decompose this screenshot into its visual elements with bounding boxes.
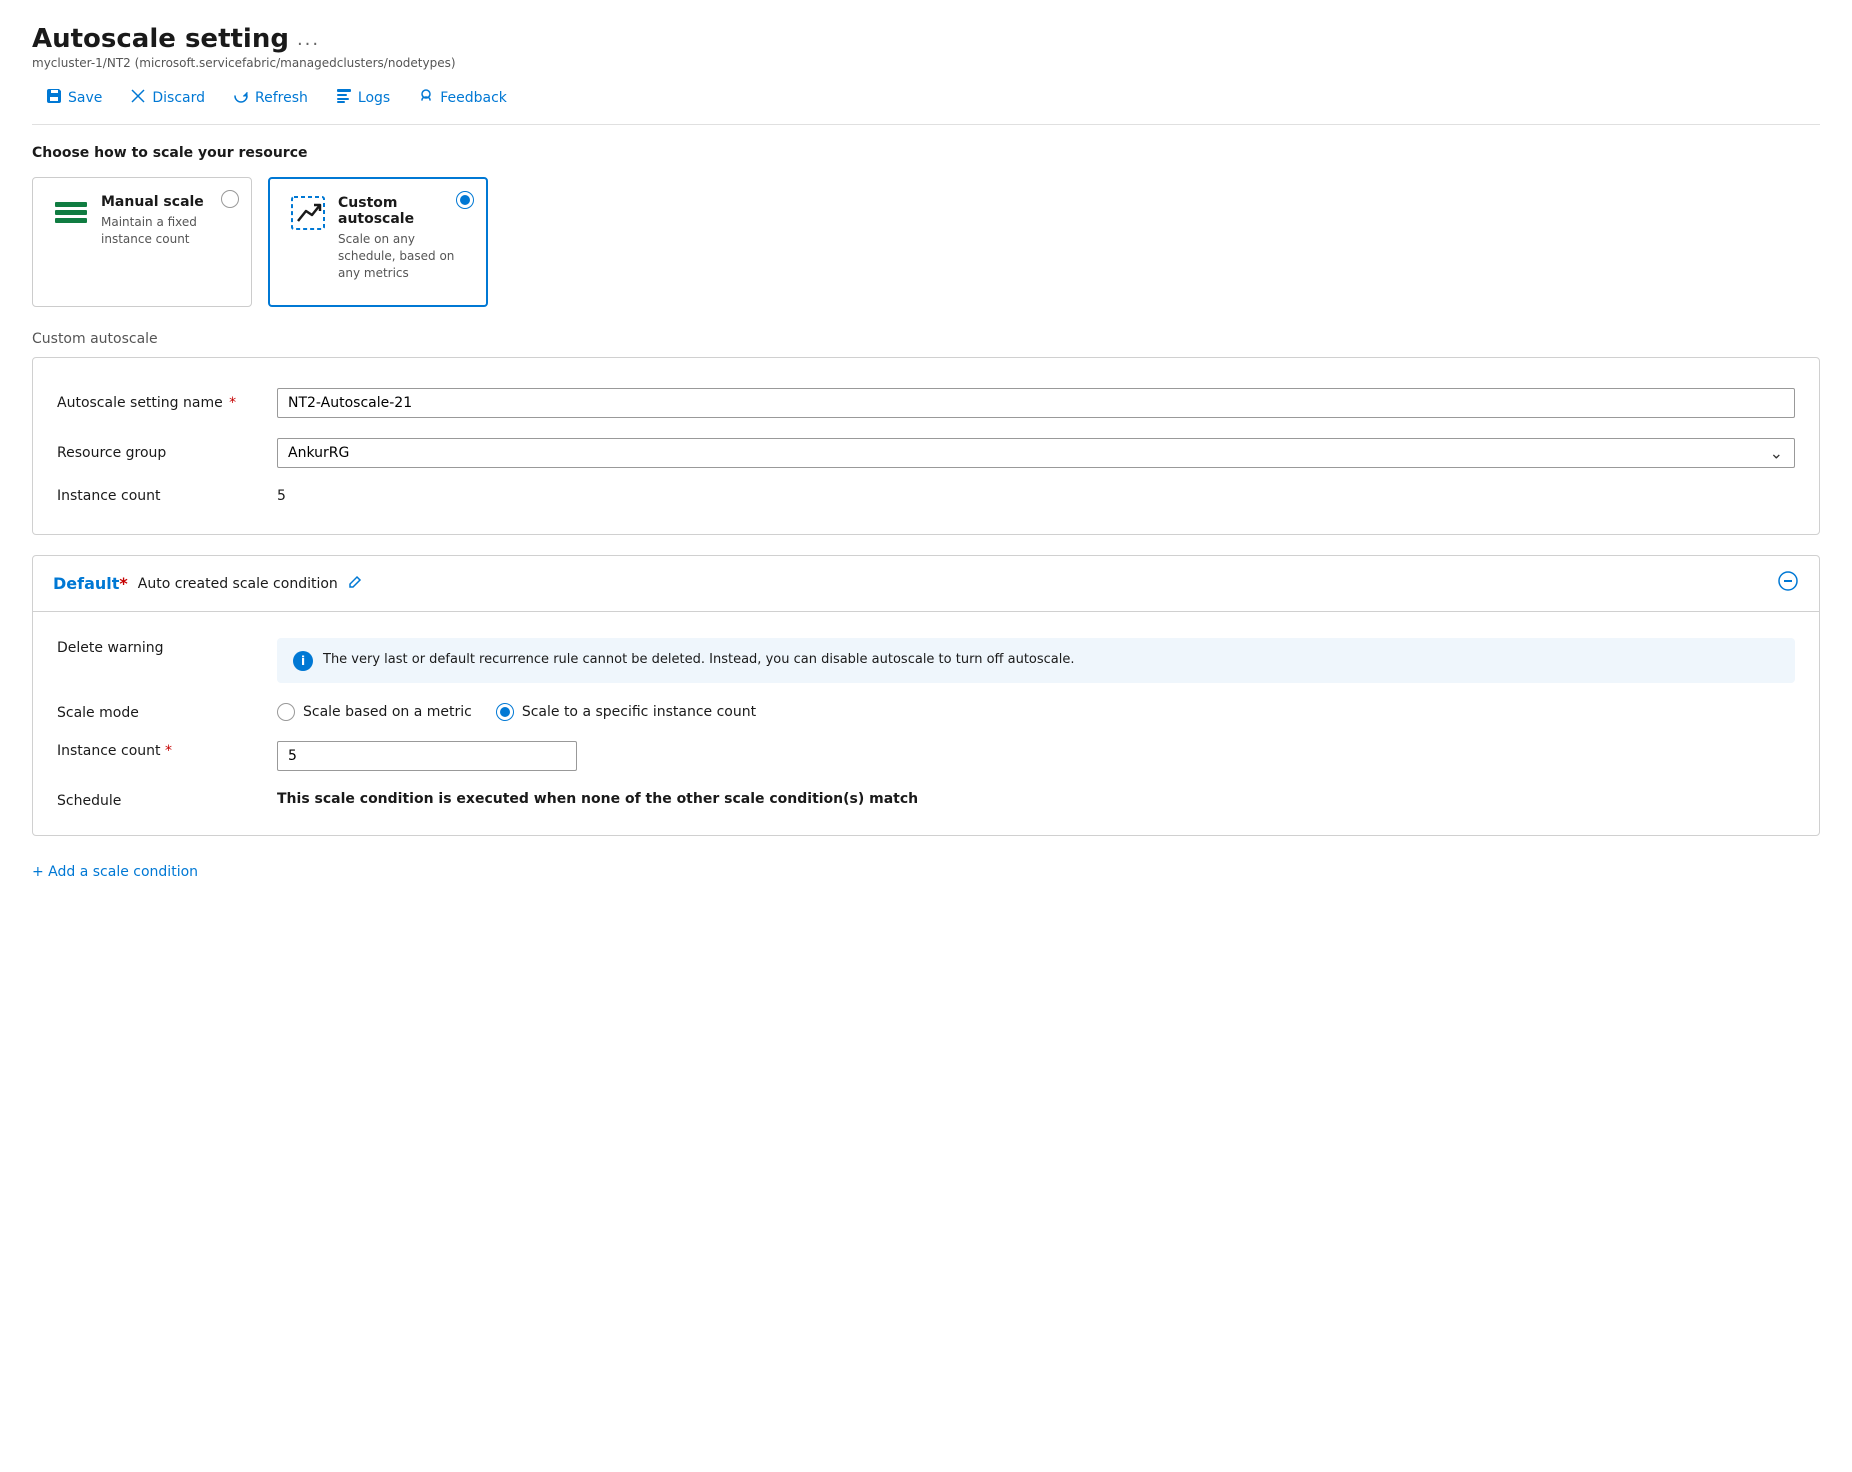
page-subtitle: mycluster-1/NT2 (microsoft.servicefabric… (32, 56, 1820, 70)
discard-icon (130, 88, 146, 108)
condition-default-label: Default* (53, 574, 128, 593)
schedule-value: This scale condition is executed when no… (277, 791, 1795, 807)
page-title: Autoscale setting ... (32, 24, 1820, 54)
instance-count-label: Instance count (57, 488, 277, 504)
autoscale-name-control (277, 388, 1795, 418)
delete-warning-row: Delete warning i The very last or defaul… (57, 628, 1795, 693)
custom-autoscale-content: Custom autoscale Scale on any schedule, … (338, 195, 466, 281)
feedback-button[interactable]: Feedback (404, 82, 521, 114)
custom-autoscale-radio[interactable] (456, 191, 474, 209)
choose-scale-title: Choose how to scale your resource (32, 145, 1820, 161)
scale-mode-options: Scale based on a metric Scale to a speci… (277, 703, 1795, 721)
scale-metric-radio[interactable] (277, 703, 295, 721)
condition-instance-count-row: Instance count * (57, 731, 1795, 781)
manual-scale-radio[interactable] (221, 190, 239, 208)
save-button[interactable]: Save (32, 82, 116, 114)
scale-metric-option[interactable]: Scale based on a metric (277, 703, 472, 721)
add-scale-condition-button[interactable]: + Add a scale condition (32, 856, 1820, 888)
logs-button[interactable]: Logs (322, 82, 404, 114)
scale-mode-row: Scale mode Scale based on a metric Scale… (57, 693, 1795, 731)
scale-instance-radio[interactable] (496, 703, 514, 721)
custom-autoscale-card[interactable]: Custom autoscale Scale on any schedule, … (268, 177, 488, 307)
info-icon: i (293, 651, 313, 671)
scale-condition-box: Default* Auto created scale condition De… (32, 555, 1820, 836)
manual-scale-card[interactable]: Manual scale Maintain a fixed instance c… (32, 177, 252, 307)
condition-header: Default* Auto created scale condition (33, 556, 1819, 612)
autoscale-settings-form: Autoscale setting name * Resource group … (32, 357, 1820, 535)
toolbar: Save Discard Refresh Logs Feedback (32, 82, 1820, 125)
condition-delete-icon[interactable] (1777, 570, 1799, 597)
instance-count-row: Instance count 5 (57, 478, 1795, 514)
resource-group-select[interactable]: AnkurRG (277, 438, 1795, 468)
save-icon (46, 88, 62, 108)
manual-scale-content: Manual scale Maintain a fixed instance c… (101, 194, 231, 248)
resource-group-control: AnkurRG (277, 438, 1795, 468)
logs-icon (336, 88, 352, 108)
condition-instance-label: Instance count * (57, 741, 277, 759)
schedule-label: Schedule (57, 791, 277, 809)
autoscale-name-row: Autoscale setting name * (57, 378, 1795, 428)
scale-mode-label: Scale mode (57, 703, 277, 721)
condition-body: Delete warning i The very last or defaul… (33, 612, 1819, 835)
condition-instance-value (277, 741, 1795, 771)
autoscale-name-input[interactable] (277, 388, 1795, 418)
feedback-icon (418, 88, 434, 108)
delete-warning-label: Delete warning (57, 638, 277, 656)
schedule-row: Schedule This scale condition is execute… (57, 781, 1795, 819)
custom-autoscale-section-label: Custom autoscale (32, 331, 1820, 347)
edit-icon[interactable] (348, 575, 362, 593)
autoscale-name-label: Autoscale setting name * (57, 395, 277, 411)
custom-autoscale-icon (290, 195, 326, 231)
condition-name: Auto created scale condition (138, 576, 338, 592)
delete-warning-value: i The very last or default recurrence ru… (277, 638, 1795, 683)
condition-header-left: Default* Auto created scale condition (53, 574, 362, 593)
scale-instance-option[interactable]: Scale to a specific instance count (496, 703, 756, 721)
scale-options: Manual scale Maintain a fixed instance c… (32, 177, 1820, 307)
instance-count-input[interactable] (277, 741, 577, 771)
resource-group-label: Resource group (57, 445, 277, 461)
instance-count-value: 5 (277, 488, 1795, 504)
resource-group-row: Resource group AnkurRG (57, 428, 1795, 478)
discard-button[interactable]: Discard (116, 82, 219, 114)
manual-scale-icon (53, 194, 89, 230)
refresh-button[interactable]: Refresh (219, 82, 322, 114)
refresh-icon (233, 88, 249, 108)
